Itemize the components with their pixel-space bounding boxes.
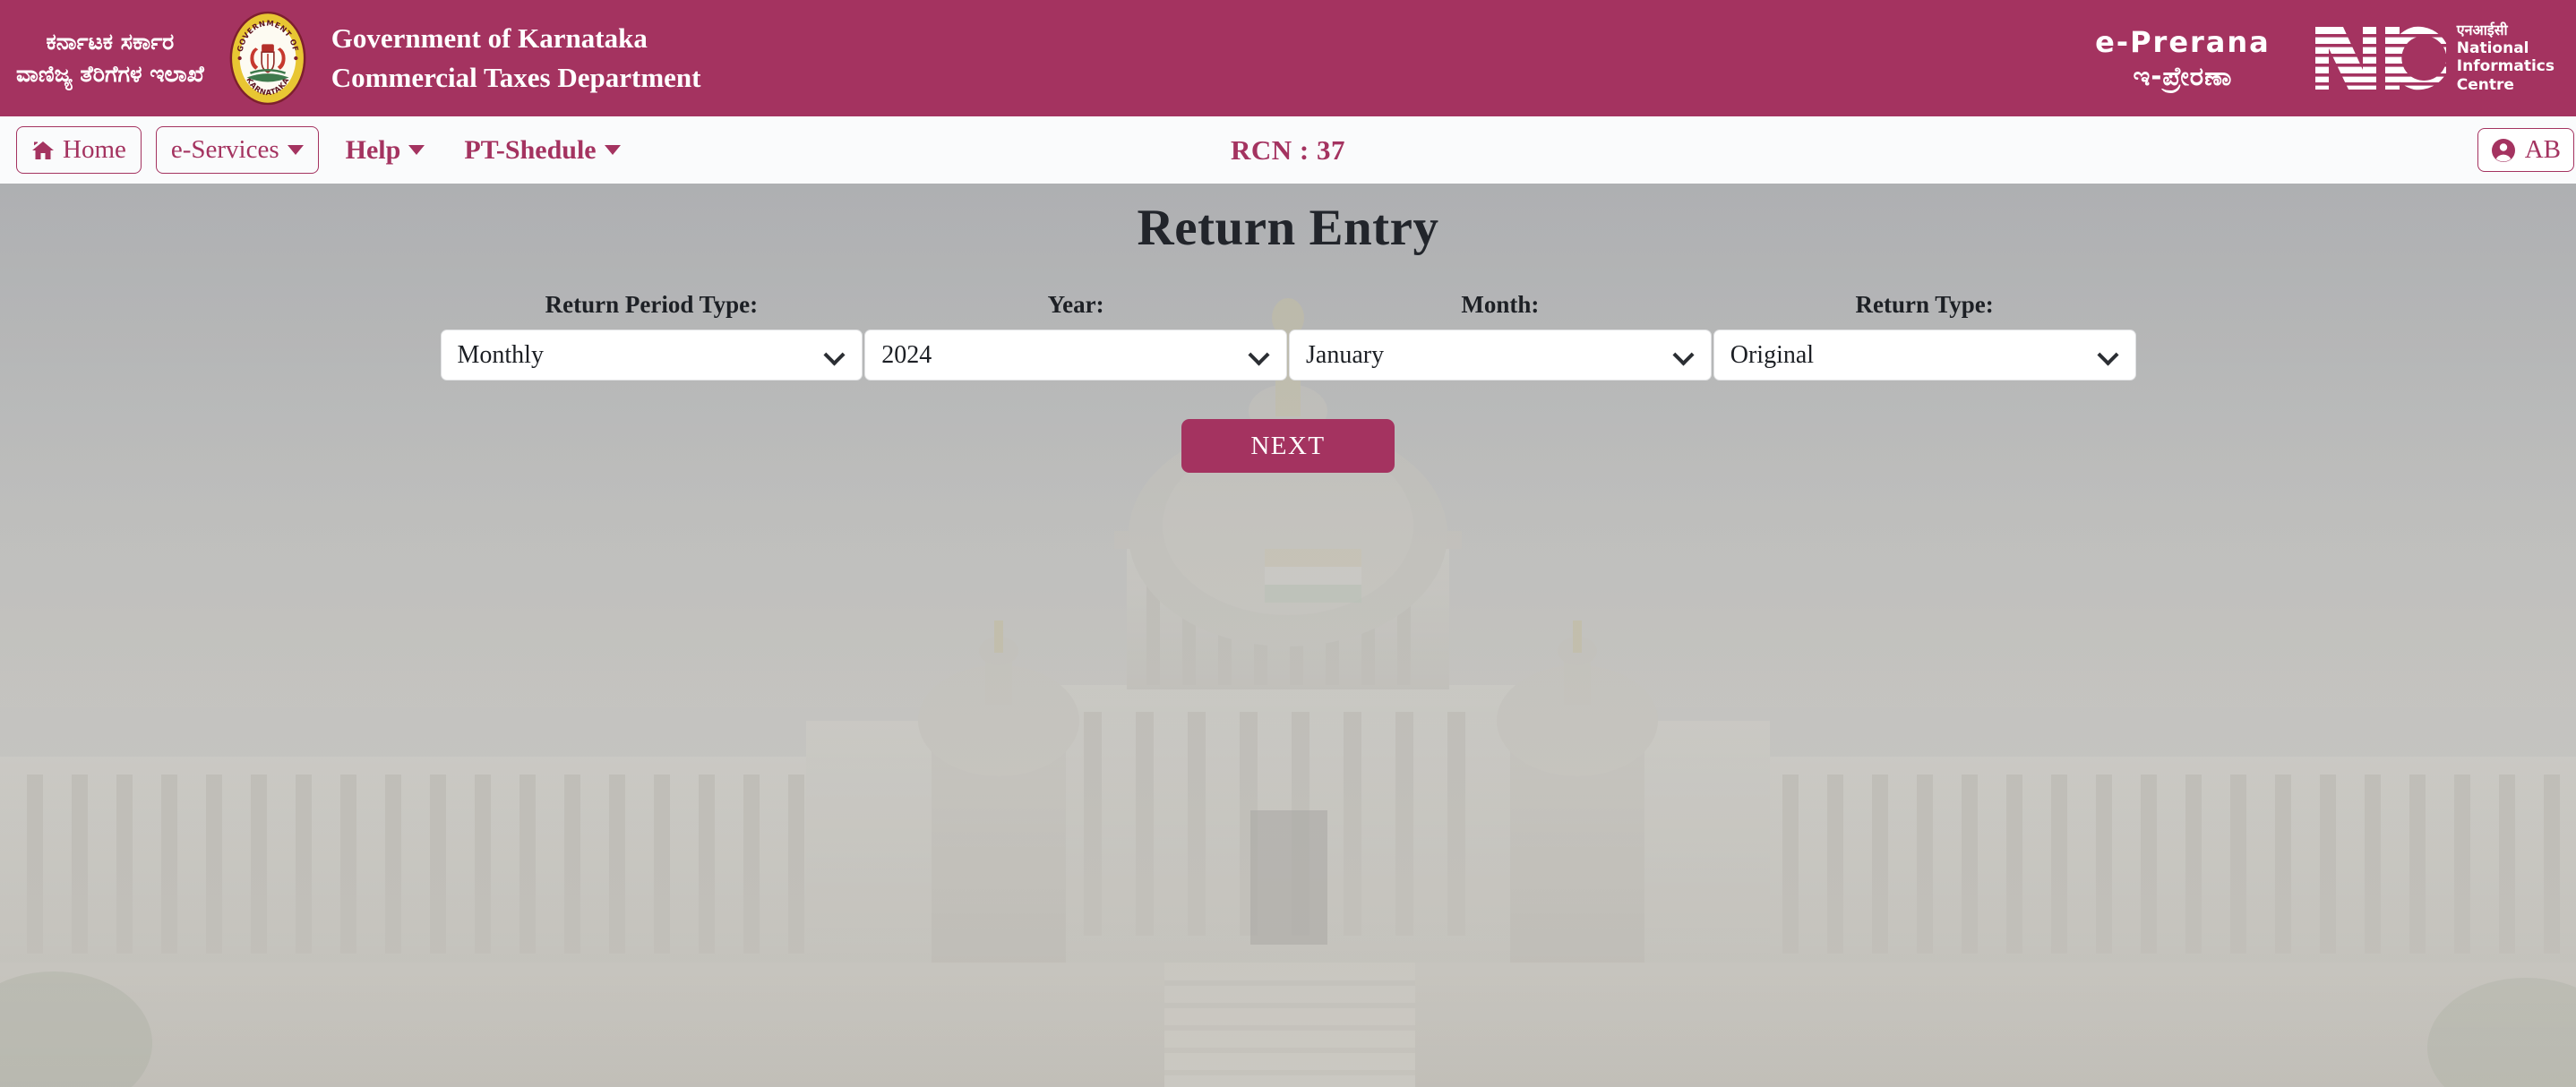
year-label: Year: bbox=[1047, 291, 1104, 319]
header-branding: ಕರ್ನಾಟಕ ಸರ್ಕಾರ ವಾಣಿಜ್ಯ ತೆರಿಗೆಗಳ ಇಲಾಖೆ GO… bbox=[0, 9, 700, 107]
page-title: Return Entry bbox=[1137, 200, 1439, 256]
nav-item-help-label: Help bbox=[345, 134, 401, 165]
nic-text-line2: Informatics bbox=[2456, 57, 2555, 76]
nic-mark-icon bbox=[2314, 26, 2446, 90]
field-month: Month: January bbox=[1288, 291, 1713, 381]
kannada-title-line1: ಕರ್ನಾಟಕ ಸರ್ಕಾರ bbox=[46, 28, 175, 55]
user-account-button[interactable]: AB bbox=[2477, 128, 2574, 172]
nav-item-home[interactable]: Home bbox=[16, 126, 142, 174]
return-entry-filter-row: Return Period Type: Monthly Year: 2024 M… bbox=[440, 291, 2137, 381]
return-type-select[interactable]: Original bbox=[1713, 330, 2136, 381]
nic-logo-text: एनआईसी National Informatics Centre bbox=[2457, 21, 2555, 95]
year-select[interactable]: 2024 bbox=[864, 330, 1287, 381]
chevron-down-icon bbox=[604, 145, 621, 155]
kannada-title-line2: ವಾಣಿಜ್ಯ ತೆರಿಗೆಗಳ ಇಲಾಖೆ bbox=[16, 61, 204, 87]
header-right-branding: e-Prerana ಇ-ಪ್ರೇರಣಾ एनआईसी National Info… bbox=[2095, 21, 2576, 95]
return-period-type-select[interactable]: Monthly bbox=[440, 330, 863, 381]
nic-text-line1: National bbox=[2456, 39, 2529, 57]
karnataka-government-emblem-icon: GOVERNMENT OF KARNATAKA bbox=[229, 11, 306, 106]
return-type-label: Return Type: bbox=[1855, 291, 1994, 319]
return-period-type-value: Monthly bbox=[457, 340, 544, 369]
field-year: Year: 2024 bbox=[863, 291, 1288, 381]
return-type-value: Original bbox=[1730, 340, 1815, 369]
user-account-icon bbox=[2491, 138, 2515, 162]
eprerana-logo-english: e-Prerana bbox=[2095, 24, 2271, 59]
nav-item-pt-schedule[interactable]: PT-Shedule bbox=[451, 127, 632, 174]
english-department-title: Government of Karnataka Commercial Taxes… bbox=[331, 19, 701, 98]
english-title-line1: Government of Karnataka bbox=[331, 21, 648, 54]
app-page: ಕರ್ನಾಟಕ ಸರ್ಕಾರ ವಾಣಿಜ್ಯ ತೆರಿಗೆಗಳ ಇಲಾಖೆ GO… bbox=[0, 0, 2576, 1087]
main-content: Return Entry Return Period Type: Monthly… bbox=[0, 184, 2576, 1087]
nav-links-group: Home e-Services Help PT-Shedule bbox=[16, 126, 633, 174]
nav-item-help[interactable]: Help bbox=[333, 127, 438, 174]
field-return-type: Return Type: Original bbox=[1713, 291, 2137, 381]
chevron-down-icon bbox=[1248, 344, 1270, 366]
nav-item-eservices[interactable]: e-Services bbox=[155, 126, 319, 174]
kannada-department-title: ಕರ್ನಾಟಕ ಸರ್ಕಾರ ವಾಣಿಜ್ಯ ತೆರಿಗೆಗಳ ಇಲಾಖೆ bbox=[16, 26, 204, 91]
main-navigation-bar: Home e-Services Help PT-Shedule RCN : 37 bbox=[0, 116, 2576, 184]
month-value: January bbox=[1306, 340, 1385, 369]
nic-hindi-text: एनआईसी bbox=[2456, 21, 2508, 39]
home-icon bbox=[32, 141, 54, 159]
nic-logo: एनआईसी National Informatics Centre bbox=[2314, 21, 2555, 95]
next-button-wrap: NEXT bbox=[0, 419, 2576, 474]
chevron-down-icon bbox=[287, 145, 304, 155]
nav-item-pt-schedule-label: PT-Shedule bbox=[464, 134, 597, 165]
field-return-period-type: Return Period Type: Monthly bbox=[440, 291, 864, 381]
chevron-down-icon bbox=[2096, 344, 2119, 366]
nav-item-home-label: Home bbox=[63, 135, 126, 164]
chevron-down-icon bbox=[408, 145, 425, 155]
site-header: ಕರ್ನಾಟಕ ಸರ್ಕಾರ ವಾಣಿಜ್ಯ ತೆರಿಗೆಗಳ ಇಲಾಖೆ GO… bbox=[0, 0, 2576, 116]
rcn-number: RCN : 37 bbox=[1231, 133, 1345, 166]
chevron-down-icon bbox=[1672, 344, 1695, 366]
return-period-type-label: Return Period Type: bbox=[545, 291, 759, 319]
nic-text-line3: Centre bbox=[2456, 76, 2514, 95]
english-title-line2: Commercial Taxes Department bbox=[331, 62, 701, 93]
nav-user-area: AB bbox=[2477, 128, 2574, 172]
nav-item-eservices-label: e-Services bbox=[170, 135, 279, 164]
month-select[interactable]: January bbox=[1289, 330, 1712, 381]
eprerana-logo: e-Prerana ಇ-ಪ್ರೇರಣಾ bbox=[2095, 24, 2271, 92]
eprerana-logo-kannada: ಇ-ಪ್ರೇರಣಾ bbox=[2133, 60, 2233, 91]
next-button[interactable]: NEXT bbox=[1181, 419, 1395, 474]
chevron-down-icon bbox=[823, 344, 846, 366]
year-value: 2024 bbox=[881, 340, 932, 369]
month-label: Month: bbox=[1461, 291, 1540, 319]
user-account-label: AB bbox=[2524, 135, 2561, 164]
